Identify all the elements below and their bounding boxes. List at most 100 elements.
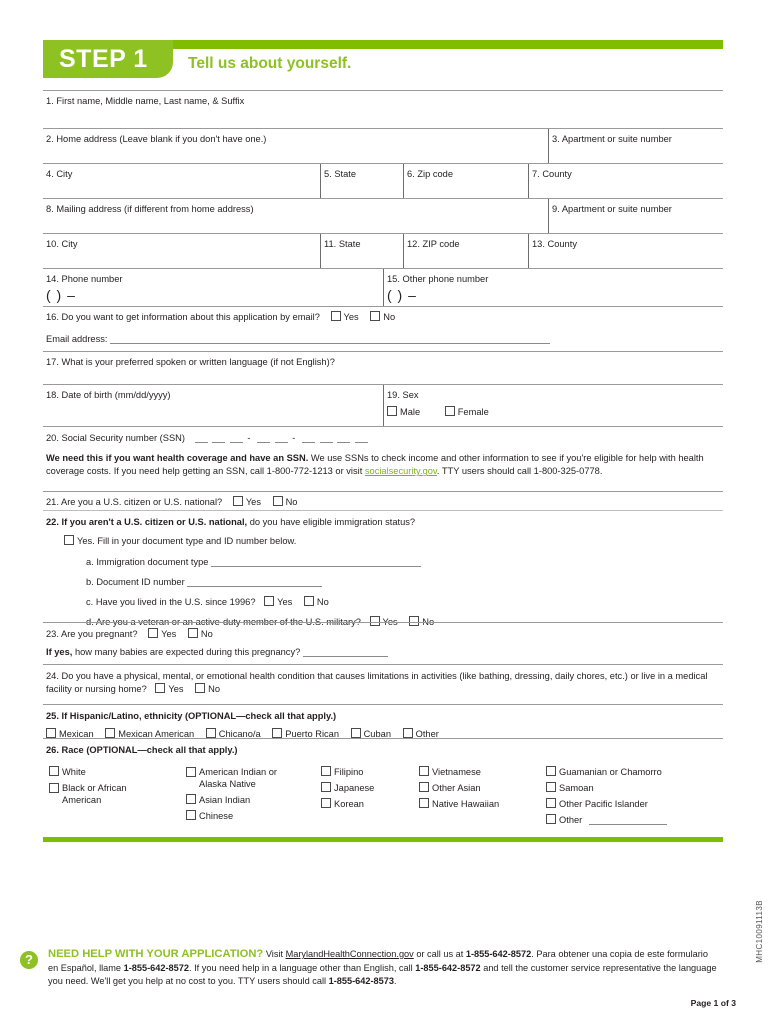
race-option-samoan[interactable]: Samoan [546,782,726,794]
race-option-japanese[interactable]: Japanese [321,782,416,794]
q22-yes-option[interactable]: Yes. Fill in your document type and ID n… [64,535,723,547]
race-option-korean[interactable]: Korean [321,798,416,810]
checkbox-icon[interactable] [546,798,556,808]
checkbox-icon[interactable] [330,311,341,321]
checkbox-icon[interactable] [195,683,206,694]
checkbox-icon[interactable] [370,311,381,321]
race-option-guamanian[interactable]: Guamanian or Chamorro [546,766,726,778]
checkbox-icon[interactable] [546,766,556,776]
row-home-address: 2. Home address (Leave blank if you don'… [43,128,723,164]
q16-no-option[interactable]: No [370,311,395,322]
checkbox-icon[interactable] [419,782,429,792]
field-other-phone-number[interactable]: 15. Other phone number ( ) – [383,269,723,307]
q21-yes-option[interactable]: Yes [232,496,261,507]
race-option-other-pacific-islander[interactable]: Other Pacific Islander [546,798,726,810]
row-phone-numbers: 14. Phone number ( ) – 15. Other phone n… [43,268,723,307]
q24-yes-option[interactable]: Yes [155,683,184,695]
q24-no-option[interactable]: No [195,683,220,694]
checkbox-icon[interactable] [321,766,331,776]
field-phone-number[interactable]: 14. Phone number ( ) – [43,269,383,305]
ssn-input-mask[interactable]: - - [193,433,368,443]
checkbox-icon[interactable] [264,596,275,606]
checkbox-icon[interactable] [272,496,283,506]
checkbox-icon[interactable] [64,535,74,545]
race-column-5: Guamanian or Chamorro Samoan Other Pacif… [546,766,726,826]
checkbox-icon[interactable] [232,496,243,506]
checkbox-icon[interactable] [205,728,216,738]
sex-female-option[interactable]: Female [444,406,489,417]
field-state[interactable]: 5. State [320,164,403,199]
checkbox-icon[interactable] [186,794,196,804]
checkbox-icon[interactable] [321,782,331,792]
q23-no-option[interactable]: No [187,628,213,639]
email-address-input[interactable] [110,334,551,344]
field-county[interactable]: 7. County [528,164,723,199]
checkbox-icon[interactable] [186,767,196,777]
checkbox-icon[interactable] [402,728,413,738]
race-option-filipino[interactable]: Filipino [321,766,416,778]
field-city[interactable]: 4. City [43,164,320,180]
field-mailing-city[interactable]: 10. City [43,234,320,250]
label-q4: 4. City [46,169,73,179]
race-option-other-asian[interactable]: Other Asian [419,782,539,794]
checkbox-icon[interactable] [350,728,361,738]
checkbox-icon[interactable] [49,766,59,776]
checkbox-icon[interactable] [148,628,159,638]
checkbox-icon[interactable] [321,798,331,808]
field-home-address[interactable]: 2. Home address (Leave blank if you don'… [43,129,548,145]
race-option-american-indian[interactable]: American Indian or Alaska Native [186,766,316,790]
q23-yes-option[interactable]: Yes [148,628,176,639]
checkbox-icon[interactable] [546,814,556,824]
field-mailing-address[interactable]: 8. Mailing address (if different from ho… [43,199,548,215]
q21-no-option[interactable]: No [272,496,297,507]
babies-expected-input[interactable] [302,647,388,657]
race-option-asian-indian[interactable]: Asian Indian [186,794,316,806]
checkbox-icon[interactable] [155,683,166,694]
checkbox-icon[interactable] [387,406,397,416]
q24-yes-label: Yes [168,684,184,695]
field-apartment-number[interactable]: 3. Apartment or suite number [548,129,723,164]
q16-yes-option[interactable]: Yes [330,311,359,322]
checkbox-icon[interactable] [303,596,314,606]
field-pregnancy: 23. Are you pregnant? Yes No If yes, how… [43,623,723,658]
q23-sub-label: If yes, how many babies are expected dur… [46,646,300,658]
field-email-preference: 16. Do you want to get information about… [43,307,723,345]
race-option-white[interactable]: White [49,766,184,778]
field-preferred-language[interactable]: 17. What is your preferred spoken or wri… [43,352,723,368]
race-option-black-african-american[interactable]: Black or African American [49,782,184,806]
field-mailing-apartment-number[interactable]: 9. Apartment or suite number [548,199,723,234]
footer-phone-1: 1-855-642-8572 [465,949,532,959]
race-other-input[interactable] [588,815,667,825]
race-option-native-hawaiian[interactable]: Native Hawaiian [419,798,539,810]
race-option-vietnamese[interactable]: Vietnamese [419,766,539,778]
checkbox-icon[interactable] [46,728,56,738]
field-mailing-zip-code[interactable]: 12. ZIP code [403,234,528,269]
field-mailing-county[interactable]: 13. County [528,234,723,269]
checkbox-icon[interactable] [444,406,455,416]
row-race: 26. Race (OPTIONAL—check all that apply.… [43,738,726,826]
checkbox-icon[interactable] [419,766,429,776]
document-id-number-input[interactable] [187,577,323,587]
sex-options: Male Female [387,406,723,417]
q22-yes-label: Yes. Fill in your document type and ID n… [77,536,297,546]
checkbox-icon[interactable] [49,783,59,793]
field-date-of-birth[interactable]: 18. Date of birth (mm/dd/yyyy) [43,385,383,401]
q22c-yes-option[interactable]: Yes [264,596,292,608]
race-option-other[interactable]: Other [546,814,726,826]
sex-male-option[interactable]: Male [387,406,420,417]
q22c-no-option[interactable]: No [303,596,329,608]
race-option-chinese[interactable]: Chinese [186,810,316,822]
field-zip-code[interactable]: 6. Zip code [403,164,528,199]
label-q11: 11. State [324,239,361,249]
field-first-name[interactable]: 1. First name, Middle name, Last name, &… [43,91,723,107]
checkbox-icon[interactable] [272,728,283,738]
immigration-document-type-input[interactable] [211,557,422,567]
checkbox-icon[interactable] [186,810,196,820]
checkbox-icon[interactable] [419,798,429,808]
socialsecurity-link[interactable]: socialsecurity.gov [365,466,437,476]
checkbox-icon[interactable] [187,628,198,638]
checkbox-icon[interactable] [105,728,116,738]
field-mailing-state[interactable]: 11. State [320,234,403,269]
maryland-health-connection-link[interactable]: MarylandHealthConnection.gov [286,949,414,959]
checkbox-icon[interactable] [546,782,556,792]
